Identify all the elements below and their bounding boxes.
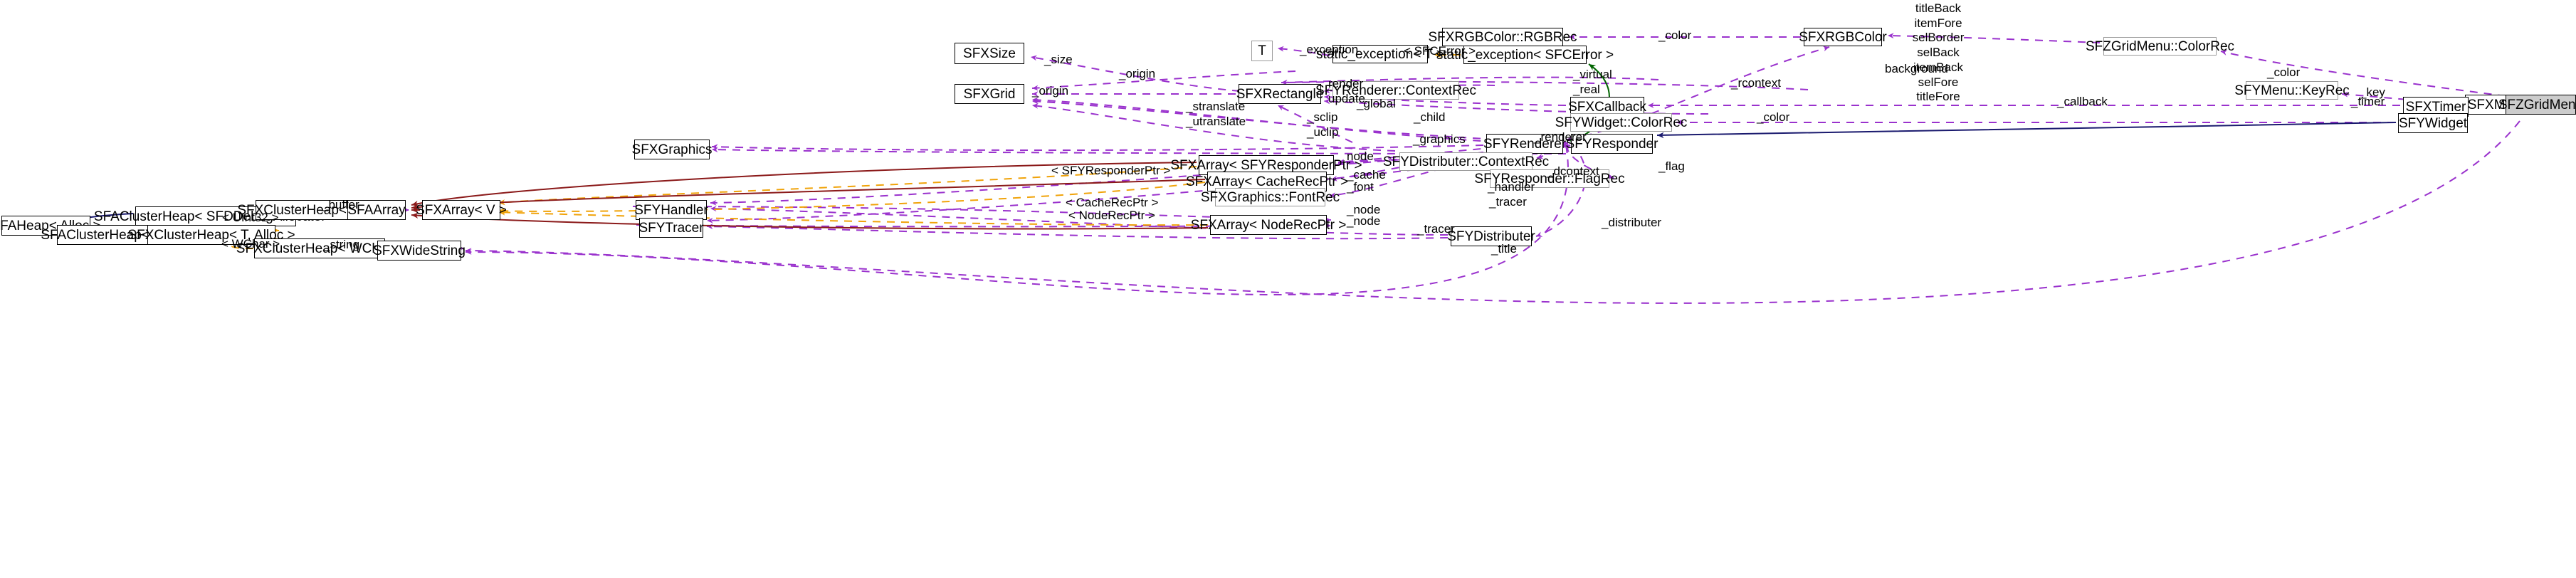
edge-label-callback: _callback bbox=[2057, 95, 2108, 108]
class-node-sfxwidestring[interactable]: SFXWideString bbox=[373, 241, 466, 261]
class-node-label: SFXArray< V > bbox=[416, 202, 507, 218]
class-node-sfzgridmenu-colorrec[interactable]: SFZGridMenu::ColorRec bbox=[2086, 37, 2234, 56]
edge-label-background: background bbox=[1885, 62, 1948, 75]
edge-label-distributer: _distributer bbox=[1602, 216, 1662, 229]
class-node-label: SFXArray< SFYResponderPtr > bbox=[1170, 157, 1362, 173]
edge-label-node-responderptr: node bbox=[1347, 149, 1374, 163]
class-node-label: SFYWidget bbox=[2398, 115, 2468, 131]
class-node-label: SFXRGBColor bbox=[1799, 29, 1887, 45]
class-node-label: SFZGridMenu::ColorRec bbox=[2085, 38, 2235, 54]
class-node-sfxgraphics-fontrec[interactable]: SFXGraphics::FontRec bbox=[1201, 188, 1340, 206]
class-node-sfywidget[interactable]: SFYWidget bbox=[2398, 113, 2468, 133]
edge-label-renderer: _renderer bbox=[1534, 130, 1587, 144]
class-node-label: SFXRGBColor::RGBRec bbox=[1428, 29, 1577, 45]
class-node-sfxsize[interactable]: SFXSize bbox=[955, 43, 1024, 64]
edge-label-font: _font bbox=[1347, 180, 1374, 194]
edge-label-color-roles: titleBack itemFore selBorder selBack ite… bbox=[1912, 1, 1965, 104]
class-node-label: SFXRectangle bbox=[1236, 86, 1324, 102]
class-node-sfxrgbcolor[interactable]: SFXRGBColor bbox=[1799, 28, 1887, 46]
edge-label-noderecptr-binding: < NodeRecPtr > bbox=[1068, 209, 1155, 222]
class-node-label: SFXTimer bbox=[2405, 99, 2466, 115]
class-node-sfxgrid[interactable]: SFXGrid bbox=[955, 84, 1024, 104]
edge-label-buffer: _buffer bbox=[322, 198, 359, 211]
class-node-label: SFYMenu::KeyRec bbox=[2234, 83, 2350, 98]
edge-label-sfcerror-binding: < SFCError > bbox=[1404, 44, 1476, 58]
edge-label-origin-lower: _origin bbox=[1032, 84, 1069, 98]
edge-label-uint32-binding: < UInt32 > bbox=[222, 211, 279, 224]
edge-label-timer: _timer bbox=[2351, 95, 2385, 108]
class-node-label: SFYWidget::ColorRec bbox=[1555, 115, 1688, 130]
class-node-sfxarray-noderecptr[interactable]: SFXArray< NodeRecPtr > bbox=[1191, 215, 1346, 235]
edge-label-color-gridmenu: _color bbox=[2267, 65, 2301, 79]
class-node-label: SFXArray< NodeRecPtr > bbox=[1190, 217, 1347, 233]
edge-label-translate: _stranslate _utranslate bbox=[1186, 100, 1246, 128]
class-node-label: T bbox=[1258, 43, 1266, 58]
class-node-label: SFXSize bbox=[963, 46, 1016, 61]
class-node-sfymenu-keyrec[interactable]: SFYMenu::KeyRec bbox=[2234, 81, 2350, 100]
class-node-sfyhandler[interactable]: SFYHandler bbox=[634, 200, 708, 220]
edge-label-exception: _exception bbox=[1300, 43, 1359, 56]
edge-label-rcontext: _rcontext bbox=[1731, 76, 1781, 90]
class-node-label: SFXCallback bbox=[1568, 99, 1646, 115]
class-node-label: SFYDistributer::ContextRec bbox=[1382, 154, 1550, 169]
edge-label-flag: _flag bbox=[1658, 159, 1685, 173]
class-node-sfydistributer-contextrec[interactable]: SFYDistributer::ContextRec bbox=[1383, 152, 1549, 171]
edge-label-color-rgbrec: _color bbox=[1658, 28, 1692, 42]
edge-label-handler-responder: _handler bbox=[1488, 180, 1535, 194]
edge-label-color-widget: _color bbox=[1757, 110, 1790, 124]
edge-label-string: _string bbox=[323, 238, 360, 251]
class-node-label: SFXArray< CacheRecPtr > bbox=[1185, 174, 1349, 189]
edge-label-dcontext: _dcontext bbox=[1547, 164, 1599, 178]
class-node-label: SFYHandler bbox=[634, 202, 708, 218]
edge-label-node-tracer: _node bbox=[1347, 214, 1381, 228]
edge-label-global: _global bbox=[1357, 97, 1396, 110]
edge-label-size: _size bbox=[1044, 53, 1073, 66]
edge-label-title: _title bbox=[1491, 242, 1517, 256]
uml-diagram-canvas: SFXSize T static_exception< T > static_e… bbox=[0, 0, 2576, 578]
class-node-label: SFXGrid bbox=[963, 86, 1016, 102]
class-node-label: SFXGraphics::FontRec bbox=[1200, 189, 1340, 205]
class-node-label: SFYDistributer bbox=[1447, 228, 1535, 244]
edge-label-tracer-distributer: _tracer bbox=[1417, 222, 1455, 236]
class-node-sfywidget-colorrec[interactable]: SFYWidget::ColorRec bbox=[1555, 113, 1687, 132]
edge-label-virtual-real: _virtual _real bbox=[1573, 68, 1612, 96]
class-node-label: SFZGridMenu bbox=[2498, 97, 2576, 112]
edge-label-wchar-binding: < WChar > bbox=[221, 237, 280, 251]
class-node-static-exception-sfcerror[interactable]: static_exception< SFCError > bbox=[1436, 46, 1614, 64]
edge-label-tracer-responder: _tracer bbox=[1489, 195, 1527, 209]
class-node-sfxrectangle[interactable]: SFXRectangle bbox=[1236, 84, 1324, 104]
class-node-label: SFXGraphics bbox=[631, 142, 713, 157]
class-node-sfxgraphics[interactable]: SFXGraphics bbox=[631, 140, 713, 159]
class-node-t[interactable]: T bbox=[1251, 41, 1273, 61]
class-node-sfxarray-v[interactable]: SFXArray< V > bbox=[416, 200, 507, 220]
edge-label-child: _child bbox=[1414, 110, 1446, 124]
class-node-sfytracer[interactable]: SFYTracer bbox=[638, 218, 704, 238]
edge-label-sfyresponderptr-binding: < SFYResponderPtr > bbox=[1051, 164, 1171, 177]
class-node-label: SFXWideString bbox=[373, 243, 466, 258]
edge-label-origin-upper: _origin bbox=[1119, 67, 1156, 80]
class-node-label: SFYTracer bbox=[638, 220, 704, 236]
edge-label-clip: _sclip _uclip bbox=[1307, 110, 1339, 139]
edge-label-graphics: _graphics bbox=[1413, 132, 1466, 146]
class-node-sfzgridmenu[interactable]: SFZGridMenu bbox=[2498, 95, 2576, 115]
